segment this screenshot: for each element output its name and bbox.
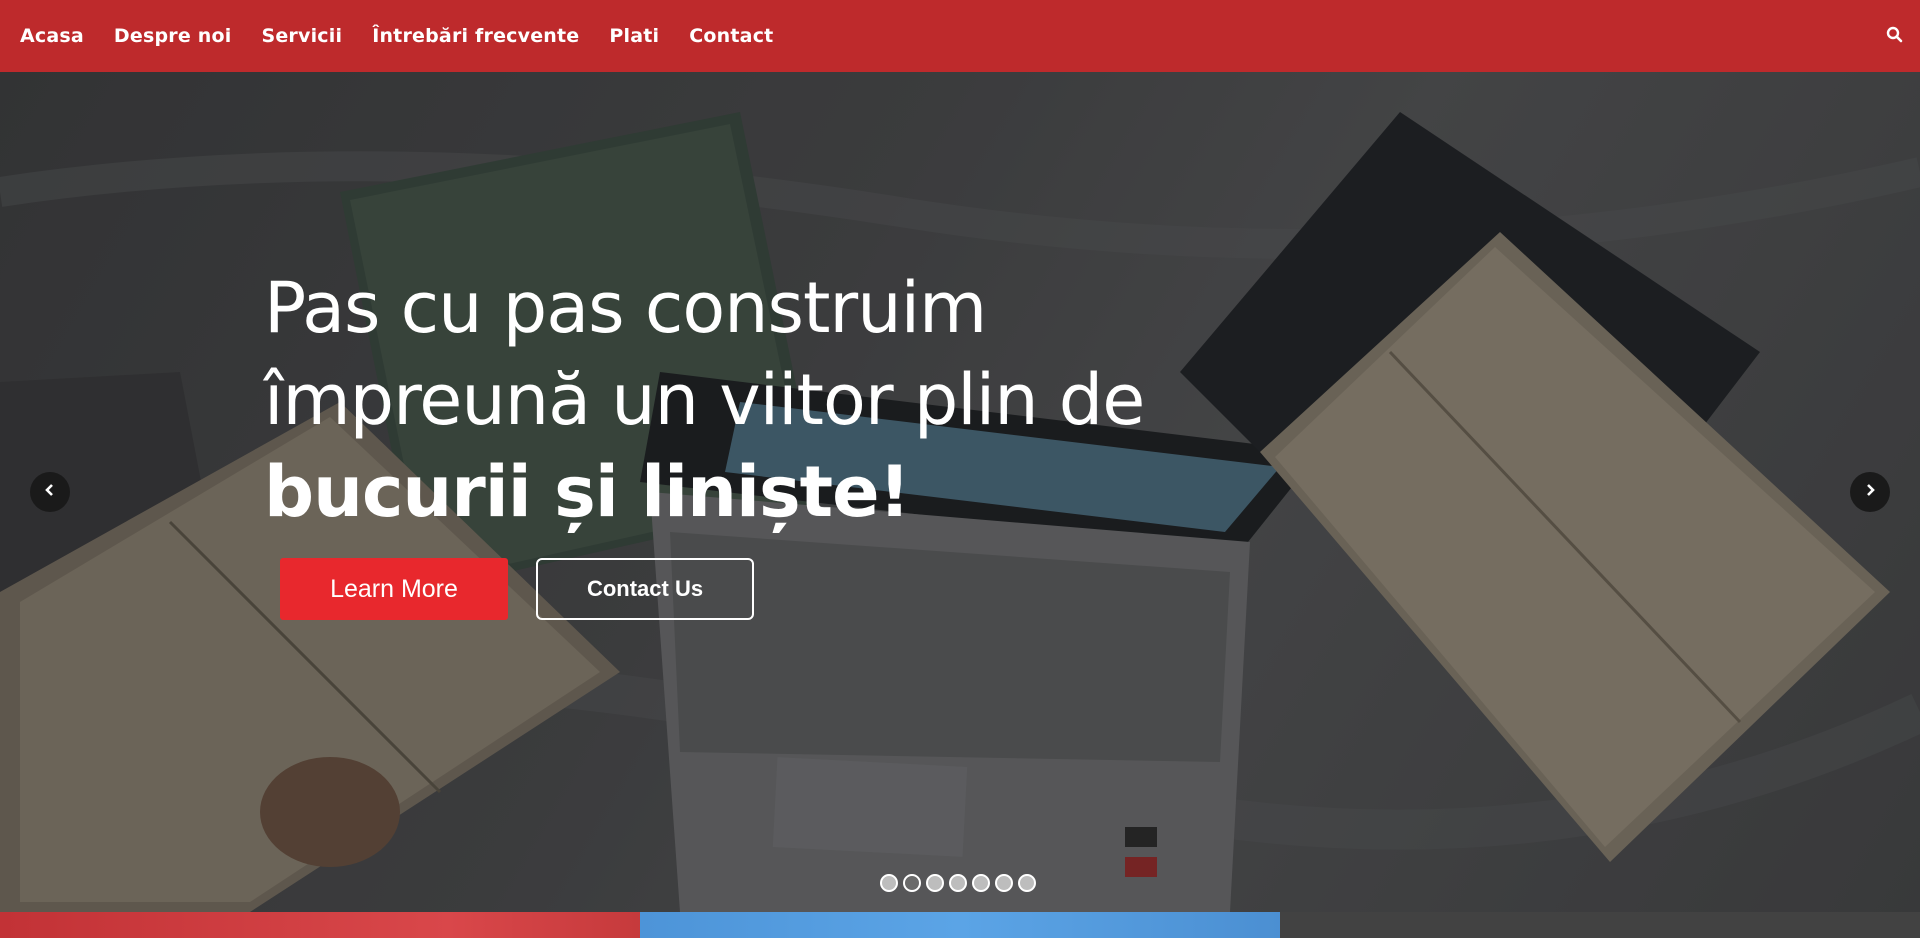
top-navigation: Acasa Despre noi Servicii Întrebări frec… bbox=[0, 0, 1920, 72]
feature-strip-blue bbox=[640, 912, 1280, 938]
slider-dot[interactable] bbox=[880, 874, 898, 892]
nav-item-acasa[interactable]: Acasa bbox=[20, 25, 84, 47]
slider-dot[interactable] bbox=[1018, 874, 1036, 892]
nav-item-plati[interactable]: Plati bbox=[609, 25, 659, 47]
hero-headline-line-3: bucurii și liniște! bbox=[264, 451, 911, 533]
slider-dot-active[interactable] bbox=[903, 874, 921, 892]
slider-dot[interactable] bbox=[972, 874, 990, 892]
hero-headline: Pas cu pas construim împreună un viitor … bbox=[264, 262, 1164, 538]
nav-item-intrebari-frecvente[interactable]: Întrebări frecvente bbox=[372, 25, 579, 47]
feature-strips bbox=[0, 912, 1920, 938]
main-menu: Acasa Despre noi Servicii Întrebări frec… bbox=[0, 25, 803, 47]
hero-headline-line-1: Pas cu pas construim bbox=[264, 267, 987, 349]
slider-dot[interactable] bbox=[949, 874, 967, 892]
hero-headline-line-2: împreună un viitor plin de bbox=[264, 359, 1145, 441]
nav-item-contact[interactable]: Contact bbox=[689, 25, 773, 47]
contact-us-button[interactable]: Contact Us bbox=[536, 558, 754, 620]
slider-pagination bbox=[880, 874, 1036, 892]
nav-item-despre-noi[interactable]: Despre noi bbox=[114, 25, 232, 47]
slider-dot[interactable] bbox=[995, 874, 1013, 892]
chevron-right-icon bbox=[1863, 483, 1877, 502]
slider-next-button[interactable] bbox=[1850, 472, 1890, 512]
slider-dot[interactable] bbox=[926, 874, 944, 892]
hero-slider: Pas cu pas construim împreună un viitor … bbox=[0, 72, 1920, 912]
chevron-left-icon bbox=[43, 483, 57, 502]
slider-prev-button[interactable] bbox=[30, 472, 70, 512]
feature-strip-red bbox=[0, 912, 640, 938]
feature-strip-dark bbox=[1280, 912, 1920, 938]
nav-item-servicii[interactable]: Servicii bbox=[261, 25, 342, 47]
learn-more-button[interactable]: Learn More bbox=[280, 558, 508, 620]
search-icon[interactable] bbox=[1884, 24, 1906, 46]
